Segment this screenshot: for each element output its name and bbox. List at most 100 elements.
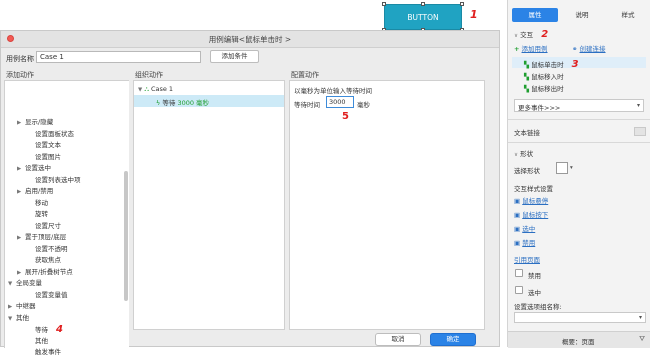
- action-tree-item[interactable]: 设置面板状态: [27, 129, 74, 140]
- action-tree-label: 全局变量: [16, 279, 42, 287]
- case-tree-node[interactable]: ▼ ⛬ Case 1: [138, 85, 173, 94]
- event-label: 鼠标移出时: [531, 85, 564, 93]
- button-widget[interactable]: BUTTON: [382, 2, 464, 32]
- action-tree-item[interactable]: 其他: [27, 336, 48, 347]
- dialog-titlebar[interactable]: 用例编辑<鼠标单击时 >: [1, 31, 499, 48]
- event-item-mouse-leave[interactable]: ▚ 鼠标移出时: [524, 83, 564, 93]
- case-name-input[interactable]: Case 1: [36, 51, 201, 63]
- event-item-click[interactable]: ▚ 鼠标单击时 3: [524, 59, 579, 70]
- select-shape-label: 选择形状: [514, 167, 540, 175]
- cancel-button[interactable]: 取消: [375, 333, 421, 346]
- action-tree-item[interactable]: 设置变量值: [27, 290, 68, 301]
- action-tree-label: 中继器: [16, 302, 36, 310]
- style-icon: ▣: [514, 225, 521, 233]
- event-label: 鼠标移入时: [531, 73, 564, 81]
- action-tree-item[interactable]: ▶ 展开/折叠树节点: [17, 267, 73, 278]
- inspector-sidebar: 属性 说明 样式 ∨ 交互 2 + 添加用例 ⚭ 创建连接 ▚ 鼠标单击时 3 …: [507, 0, 650, 348]
- shape-picker[interactable]: [556, 162, 568, 174]
- tab-notes[interactable]: 说明: [560, 8, 604, 22]
- resize-handle[interactable]: [460, 2, 464, 6]
- plus-icon: +: [514, 45, 520, 53]
- organize-action-panel: ▼ ⛬ Case 1 ϟ 等待 3000 毫秒: [133, 80, 285, 330]
- add-condition-button[interactable]: 添加条件: [210, 50, 259, 63]
- disabled-checkbox[interactable]: [515, 269, 523, 277]
- divider: [508, 119, 650, 120]
- action-tree-item[interactable]: 设置不透明: [27, 244, 68, 255]
- action-tree-label: 获取焦点: [35, 256, 61, 264]
- action-tree-item[interactable]: ▶ 中继器: [8, 301, 36, 312]
- action-tree-label: 设置面板状态: [35, 129, 74, 138]
- style-link-selected[interactable]: ▣ 选中: [514, 223, 535, 233]
- action-tree-item[interactable]: ▶ 置于顶层/底层: [17, 232, 66, 243]
- action-tree-label: 设置文本: [35, 141, 61, 149]
- selected-label: 选中: [528, 289, 541, 297]
- action-tree-item[interactable]: 移动: [27, 198, 48, 209]
- disabled-label: 禁用: [528, 272, 541, 280]
- more-events-select[interactable]: 更多事件>>> ▾: [514, 99, 644, 112]
- lightning-icon: ϟ: [156, 99, 161, 107]
- action-tree-item[interactable]: ▼ 全局变量: [8, 278, 42, 289]
- action-tree-item[interactable]: 设置尺寸: [27, 221, 61, 232]
- selected-checkbox[interactable]: [515, 286, 523, 294]
- tab-style[interactable]: 样式: [606, 8, 650, 22]
- filter-icon[interactable]: ⛛: [639, 335, 645, 344]
- action-tree-item[interactable]: 设置图片: [27, 152, 61, 163]
- tab-properties[interactable]: 属性: [512, 8, 558, 22]
- action-tree-item[interactable]: ▶ 启用/禁用: [17, 186, 53, 197]
- action-tree-item[interactable]: ▼ 其他: [8, 313, 29, 324]
- organize-action-header: 组织动作: [135, 71, 163, 79]
- action-tree-item[interactable]: 设置列表选中项: [27, 175, 81, 186]
- collapse-icon[interactable]: ▼: [138, 87, 142, 93]
- action-tree-item[interactable]: 等待 4: [27, 324, 63, 335]
- annotation-3: 3: [571, 59, 579, 70]
- chevron-right-icon[interactable]: ▶: [17, 187, 25, 198]
- action-tree-item[interactable]: ▶ 显示/隐藏: [17, 117, 53, 128]
- chevron-down-icon[interactable]: ▼: [8, 314, 16, 325]
- outline-label: 概要：页面: [562, 338, 595, 346]
- resize-handle[interactable]: [382, 2, 386, 6]
- action-tree-label: 其他: [35, 336, 48, 345]
- ok-button[interactable]: 确定: [430, 333, 476, 346]
- action-tree-item[interactable]: 设置文本: [27, 140, 61, 151]
- event-icon: ▚: [524, 85, 529, 93]
- style-icon: ▣: [514, 197, 521, 205]
- annotation-2: 2: [541, 29, 549, 40]
- text-link-label: 文本链接: [514, 129, 540, 137]
- action-tree-item[interactable]: 获取焦点: [27, 255, 61, 266]
- chevron-right-icon[interactable]: ▶: [17, 233, 25, 244]
- action-tree-item[interactable]: ▶ 设置选中: [17, 163, 51, 174]
- resize-handle[interactable]: [421, 2, 425, 6]
- chevron-right-icon[interactable]: ▶: [17, 164, 25, 175]
- interaction-section[interactable]: ∨ 交互 2: [514, 29, 548, 40]
- style-link-mousedown[interactable]: ▣ 鼠标按下: [514, 209, 548, 219]
- chevron-right-icon[interactable]: ▶: [8, 302, 16, 313]
- shape-section[interactable]: ∨ 形状: [514, 148, 533, 158]
- create-link-button[interactable]: ⚭ 创建连接: [572, 43, 606, 53]
- text-link-button[interactable]: [634, 127, 646, 136]
- event-item-mouse-enter[interactable]: ▚ 鼠标移入时: [524, 71, 564, 81]
- chevron-right-icon[interactable]: ▶: [17, 118, 25, 129]
- style-link-hover[interactable]: ▣ 鼠标悬停: [514, 195, 548, 205]
- action-tree-scrollbar[interactable]: [124, 171, 128, 301]
- chevron-down-icon[interactable]: ▾: [570, 165, 573, 171]
- style-link-label: 选中: [522, 225, 536, 233]
- action-tree-label: 设置变量值: [35, 290, 68, 299]
- action-tree-label: 展开/折叠树节点: [25, 267, 73, 276]
- action-tree-label: 旋转: [35, 210, 48, 218]
- case-node-label: Case 1: [150, 85, 174, 93]
- chevron-down-icon: ∨: [514, 152, 519, 158]
- chevron-down-icon[interactable]: ▼: [8, 279, 16, 290]
- action-tree-item[interactable]: 旋转: [27, 209, 48, 220]
- wait-action-row[interactable]: ϟ 等待 3000 毫秒: [134, 95, 284, 107]
- action-tree-item[interactable]: 触发事件: [27, 347, 61, 358]
- outline-bar[interactable]: 概要：页面 ⛛: [508, 331, 650, 348]
- chevron-right-icon[interactable]: ▶: [17, 268, 25, 279]
- option-group-input[interactable]: ▾: [514, 312, 646, 323]
- wait-time-input[interactable]: 3000: [326, 96, 354, 108]
- chevron-down-icon: ∨: [514, 33, 519, 39]
- style-link-disabled[interactable]: ▣ 禁用: [514, 237, 535, 247]
- reference-page-link[interactable]: 引用页面: [514, 254, 540, 264]
- configure-action-panel: 以毫秒为单位输入等待时间 等待时间 3000 毫秒 5: [289, 80, 485, 330]
- add-case-button[interactable]: + 添加用例: [514, 43, 548, 53]
- action-tree-label: 触发事件: [35, 348, 61, 356]
